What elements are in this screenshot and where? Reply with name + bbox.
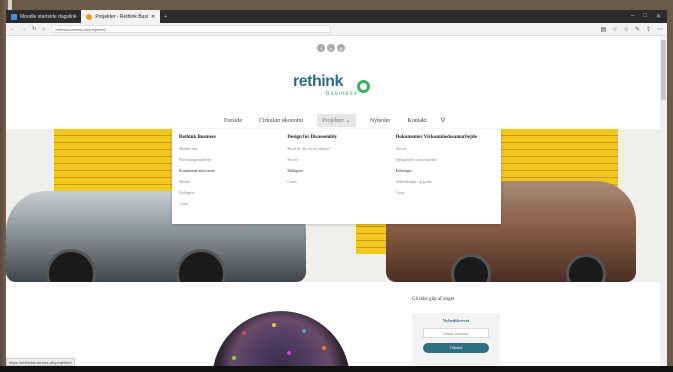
image-detail [322,346,326,350]
image-detail [272,323,276,327]
nav-projekter-label: Projekter [322,118,345,124]
dropdown-column-dokumenter: Dokumenter Virksomhedssamarbejde Proces … [396,135,494,218]
tab-bar: Moodle startside dagslink Projekter - Re… [6,10,667,23]
search-icon[interactable]: ⚲ [441,117,445,124]
favorite-star-icon[interactable]: ☆ [612,26,617,33]
newsletter-heading: Nyhedsbrevet [442,318,470,323]
email-icon[interactable]: @ [337,44,345,52]
nav-cirkulaer-okonomi[interactable]: Cirkulær økonomi [256,116,306,126]
back-icon[interactable]: ← [10,26,15,32]
content-section: Gå ikke glip af noget Nyhedsbrevet Email… [6,282,660,366]
image-detail [302,329,306,333]
url-field[interactable]: rethinkbusiness.dk/projekter/ [51,25,332,33]
menu-item[interactable]: Cases [287,179,385,184]
tab-label: Moodle startside dagslink [20,13,77,20]
subscribe-button[interactable]: Tilmeld [423,343,489,353]
menu-item[interactable]: Anbefalinger og guide [396,179,494,184]
logo-ring-icon [357,80,370,93]
status-bar-url: https://rethinkbusiness.dk/projekter/ [6,358,75,366]
menu-item[interactable]: Proces [287,157,385,162]
column-title[interactable]: Dokumenter Virksomhedssamarbejde [396,135,494,140]
menu-item[interactable]: Deltagere [179,190,277,195]
nav-forside[interactable]: Forside [221,116,245,126]
menu-item[interactable]: Cases [179,201,277,206]
menu-item[interactable]: Forretningsmodeller [179,157,277,162]
maximize-icon[interactable]: □ [643,13,647,20]
notes-icon[interactable]: ✎ [635,26,640,33]
menu-item[interactable]: Deltagere [287,168,385,173]
forward-icon[interactable]: → [21,26,26,32]
chevron-down-icon: ⌄ [345,118,351,124]
sidebar-title: Gå ikke glip af noget [412,297,455,302]
more-icon[interactable]: ⋯ [657,26,663,33]
close-tab-icon[interactable]: ✕ [151,14,155,20]
address-bar: ← → ↻ ⌂ rethinkbusiness.dk/projekter/ ▤ … [6,23,667,36]
home-icon[interactable]: ⌂ [42,26,45,32]
scrollbar-thumb[interactable] [661,40,666,100]
close-window-icon[interactable]: ✕ [656,13,661,20]
social-links: f in @ [317,44,345,52]
logo-subword: business [326,91,358,97]
tab-projekter[interactable]: Projekter - Rethink Busi ✕ [81,10,161,23]
share-icon[interactable]: ⇪ [646,26,651,33]
nav-kontakt[interactable]: Kontakt [404,116,429,126]
dropdown-column-rethink: Rethink Business Mindre om Forretningsmo… [179,135,277,218]
dropdown-column-design: Design for Disassembly Hvad Er det for p… [287,135,385,218]
main-nav: Forside Cirkulær økonomi Projekter ⌄ Nyh… [221,114,445,127]
linkedin-icon[interactable]: in [327,44,335,52]
column-title[interactable]: Design for Disassembly [287,135,385,140]
menu-item[interactable]: Proces [396,146,494,151]
nav-nyheder[interactable]: Nyheder [367,116,394,126]
site-logo[interactable]: rethink business [293,73,373,99]
minimize-icon[interactable]: – [631,13,634,20]
rethink-favicon-icon [86,13,93,20]
reading-view-icon[interactable]: ▤ [600,26,606,33]
newsletter-box: Nyhedsbrevet Email-adresse Tilmeld [412,313,500,365]
browser-window: Moodle startside dagslink Projekter - Re… [6,10,667,366]
tab-moodle[interactable]: Moodle startside dagslink [6,10,81,23]
menu-item[interactable]: Hvad Er det for produkter? [287,146,385,151]
scrollbar[interactable] [660,36,667,366]
email-field[interactable]: Email-adresse [423,328,489,338]
logo-word: rethink [293,73,343,90]
menu-item[interactable]: Cases [396,190,494,195]
taskbar [0,366,673,372]
tab-label: Projekter - Rethink Busi [95,13,148,20]
screen-background: Moodle startside dagslink Projekter - Re… [0,0,673,372]
column-title[interactable]: Rethink Business [179,135,277,140]
menu-item[interactable]: Erfaringer [396,168,494,173]
new-tab-icon[interactable]: + [160,14,167,20]
refresh-icon[interactable]: ↻ [32,26,36,32]
menu-item[interactable]: Deltagende virksomheder [396,157,494,162]
image-detail [242,331,246,335]
projekter-dropdown-menu: Rethink Business Mindre om Forretningsmo… [172,129,501,224]
project-image [212,311,350,366]
facebook-icon[interactable]: f [317,44,325,52]
nav-projekter[interactable]: Projekter ⌄ [317,114,356,127]
menu-item[interactable]: Mindre om [179,146,277,151]
menu-item[interactable]: Medier [179,179,277,184]
web-page: f in @ rethink business Forside Cirkulær… [6,36,660,366]
moodle-favicon-icon [11,13,17,20]
menu-item[interactable]: Kommende aktiviteter [179,168,277,173]
image-detail [287,351,291,355]
image-detail [232,356,236,360]
favorites-hub-icon[interactable]: ☆ [624,26,629,33]
